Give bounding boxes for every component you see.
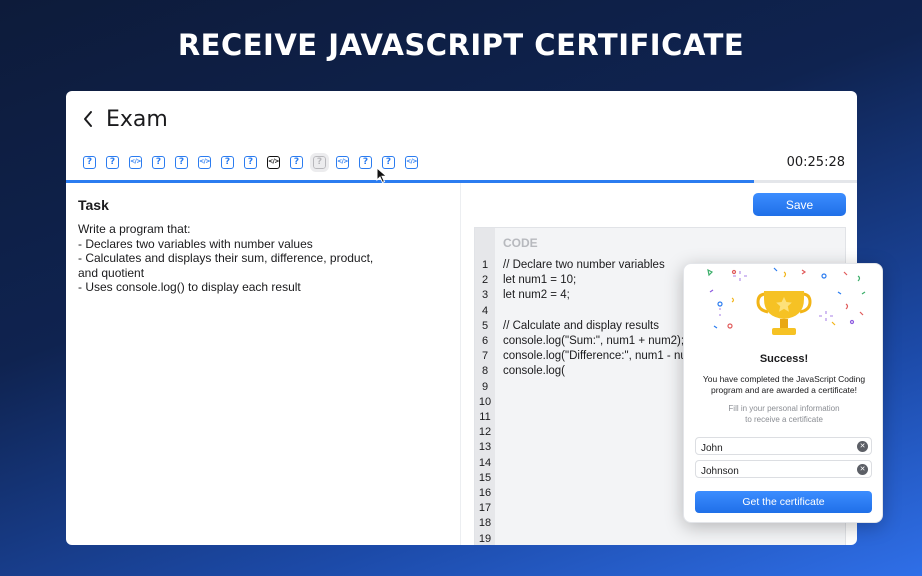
back-chevron-icon[interactable]: [78, 109, 98, 129]
success-hint: Fill in your personal information to rec…: [694, 403, 874, 425]
line-number: 4: [481, 304, 489, 317]
code-question-icon[interactable]: </>: [336, 155, 349, 169]
window-header: Exam: [66, 91, 857, 147]
code-label: CODE: [503, 236, 538, 250]
success-title: Success!: [759, 353, 809, 365]
trophy-icon: [756, 291, 812, 335]
line-number: 19: [478, 532, 492, 545]
code-question-icon[interactable]: </>: [198, 155, 211, 169]
question-icon[interactable]: ?: [175, 155, 188, 169]
question-icon[interactable]: ?: [290, 155, 303, 169]
line-number: 15: [478, 471, 492, 484]
line-number: 1: [481, 259, 489, 271]
line-number: 6: [481, 335, 489, 348]
code-line: console.log("Sum:", num1 + num2);: [503, 334, 685, 347]
line-number: 18: [478, 517, 492, 530]
clear-last-name-icon[interactable]: ✕: [857, 464, 868, 475]
task-line: Write a program that:: [78, 222, 191, 236]
line-numbers: 1 2 3 4 5 6 7 8 9 10 11 12 13 14 15 16 17 18 19: [475, 258, 495, 545]
last-name-input[interactable]: [696, 463, 846, 480]
line-number: 12: [478, 426, 492, 439]
line-number: 8: [481, 365, 489, 378]
task-title: Task: [78, 197, 109, 213]
code-question-icon[interactable]: </>: [267, 155, 280, 169]
page-title: Exam: [106, 106, 168, 132]
line-number: 17: [478, 502, 492, 515]
task-line: - Calculates and displays their sum, dif…: [78, 251, 374, 265]
question-navigator: ?? </>?? </>?? </>?? </>?? </>: [83, 152, 418, 172]
question-icon[interactable]: ?: [244, 155, 257, 169]
success-message: You have completed the JavaScript Coding…: [702, 374, 866, 395]
task-line: and quotient: [78, 265, 145, 280]
confetti-illustration: [684, 264, 884, 346]
line-number: 11: [479, 411, 491, 424]
exam-timer: 00:25:28: [786, 155, 845, 170]
line-number: 5: [481, 319, 489, 332]
line-number: 13: [478, 441, 492, 454]
success-dialog: Success! You have completed the JavaScri…: [683, 263, 883, 523]
question-icon[interactable]: ?: [106, 155, 119, 169]
last-name-field[interactable]: ✕: [695, 460, 872, 480]
line-number: 16: [478, 487, 492, 500]
line-number: 10: [478, 395, 492, 408]
line-number: 14: [478, 456, 492, 469]
question-icon[interactable]: ?: [359, 155, 372, 169]
line-number: 7: [481, 350, 489, 363]
code-line: console.log(: [503, 365, 566, 378]
hint-line-1: Fill in your personal information: [728, 404, 840, 413]
code-line: let num2 = 4;: [503, 289, 570, 302]
mouse-pointer-icon: [376, 166, 388, 189]
save-button[interactable]: Save: [753, 193, 846, 216]
question-icon[interactable]: ?: [310, 152, 329, 172]
question-icon[interactable]: ?: [221, 155, 234, 169]
hint-line-2: to receive a certificate: [745, 415, 823, 424]
page-headline: RECEIVE JAVASCRIPT CERTIFICATE: [177, 28, 745, 62]
code-line: // Declare two number variables: [503, 259, 665, 271]
code-line: console.log("Difference:", num1 - num2);: [503, 350, 710, 363]
line-number: 3: [481, 289, 489, 302]
task-line: - Declares two variables with number val…: [78, 236, 313, 251]
question-icon[interactable]: ?: [83, 155, 96, 169]
line-number: 9: [481, 380, 489, 393]
task-pane: Task Write a program that: - Declares two…: [66, 183, 461, 545]
code-text[interactable]: // Declare two number variables let num1 …: [503, 258, 710, 380]
first-name-field[interactable]: ✕: [695, 437, 872, 457]
get-certificate-button[interactable]: Get the certificate: [695, 491, 872, 513]
question-icon[interactable]: ?: [152, 155, 165, 169]
task-description: Write a program that: - Declares two vari…: [78, 222, 398, 295]
clear-first-name-icon[interactable]: ✕: [857, 441, 868, 452]
code-question-icon[interactable]: </>: [405, 155, 418, 169]
code-line: let num1 = 10;: [503, 274, 577, 287]
task-line: - Uses console.log() to display each res…: [78, 280, 301, 294]
first-name-input[interactable]: [696, 440, 846, 457]
code-line: // Calculate and display results: [503, 319, 659, 332]
code-question-icon[interactable]: </>: [129, 155, 142, 169]
line-number: 2: [481, 274, 489, 287]
